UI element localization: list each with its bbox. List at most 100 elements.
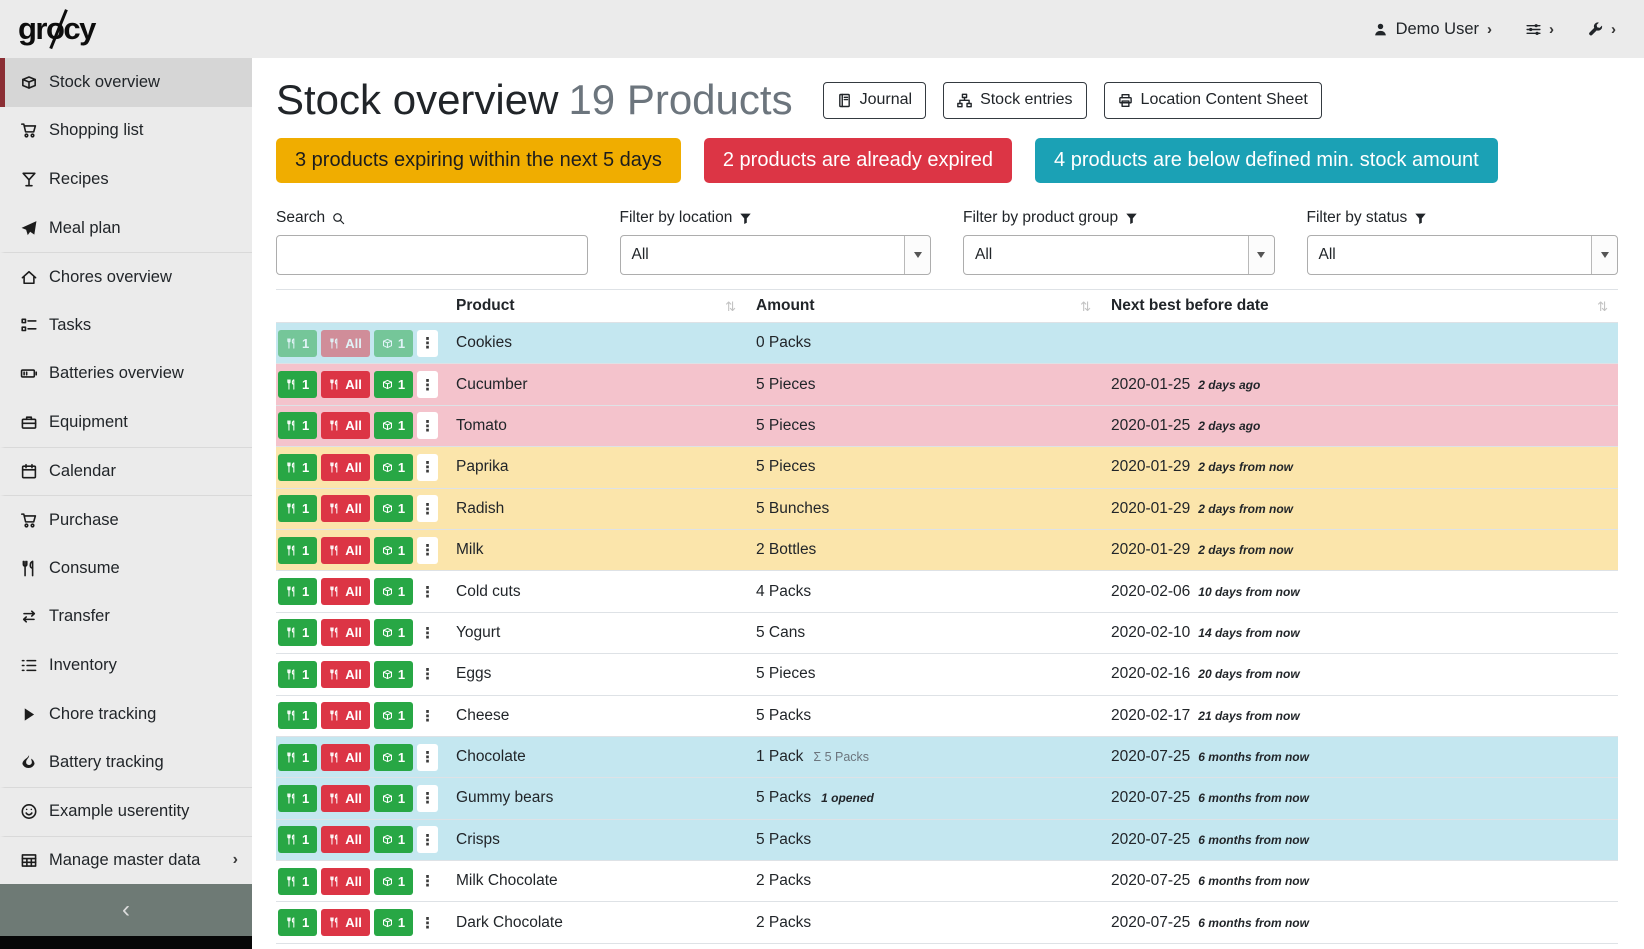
row-menu-button[interactable]: ⋮ [417, 454, 438, 481]
consume-one-button[interactable]: 1 [278, 661, 317, 688]
row-menu-button[interactable]: ⋮ [417, 661, 438, 688]
open-one-button[interactable]: 1 [374, 826, 413, 853]
open-one-button[interactable]: 1 [374, 785, 413, 812]
sidebar-item-equipment[interactable]: Equipment [0, 398, 252, 447]
open-one-button[interactable]: 1 [374, 619, 413, 646]
consume-all-button[interactable]: All [321, 744, 370, 771]
row-menu-button[interactable]: ⋮ [417, 371, 438, 398]
sidebar-item-meal-plan[interactable]: Meal plan [0, 204, 252, 253]
table-row[interactable]: 1All1⋮Radish5 Bunches2020-01-292 days fr… [276, 488, 1618, 529]
consume-one-button[interactable]: 1 [278, 412, 317, 439]
table-row[interactable]: 1All1⋮Paprika5 Pieces2020-01-292 days fr… [276, 447, 1618, 488]
table-row[interactable]: 1All1⋮ [276, 943, 1618, 949]
consume-one-button[interactable]: 1 [278, 578, 317, 605]
journal-button[interactable]: Journal [823, 82, 926, 119]
sidebar-item-purchase[interactable]: Purchase [0, 495, 252, 544]
search-input[interactable] [276, 235, 588, 275]
open-one-button[interactable]: 1 [374, 578, 413, 605]
consume-one-button[interactable]: 1 [278, 330, 317, 357]
consume-one-button[interactable]: 1 [278, 868, 317, 895]
consume-all-button[interactable]: All [321, 619, 370, 646]
row-menu-button[interactable]: ⋮ [417, 330, 438, 357]
consume-one-button[interactable]: 1 [278, 744, 317, 771]
consume-one-button[interactable]: 1 [278, 826, 317, 853]
consume-one-button[interactable]: 1 [278, 454, 317, 481]
consume-all-button[interactable]: All [321, 495, 370, 522]
consume-all-button[interactable]: All [321, 661, 370, 688]
consume-all-button[interactable]: All [321, 537, 370, 564]
column-header-next-best-before-date[interactable]: Next best before date⇅ [1101, 290, 1618, 323]
consume-one-button[interactable]: 1 [278, 702, 317, 729]
table-row[interactable]: 1All1⋮Crisps5 Packs2020-07-256 months fr… [276, 819, 1618, 860]
consume-one-button[interactable]: 1 [278, 619, 317, 646]
sidebar-item-calendar[interactable]: Calendar [0, 447, 252, 496]
table-row[interactable]: 1All1⋮Gummy bears5 Packs1 opened2020-07-… [276, 778, 1618, 819]
app-logo[interactable]: grocy [18, 11, 101, 47]
consume-all-button[interactable]: All [321, 868, 370, 895]
sidebar-collapse-button[interactable]: ‹ [0, 884, 252, 936]
row-menu-button[interactable]: ⋮ [417, 412, 438, 439]
open-one-button[interactable]: 1 [374, 412, 413, 439]
open-one-button[interactable]: 1 [374, 537, 413, 564]
consume-all-button[interactable]: All [321, 785, 370, 812]
admin-tools-menu[interactable]: › [1588, 22, 1616, 37]
open-one-button[interactable]: 1 [374, 744, 413, 771]
open-one-button[interactable]: 1 [374, 454, 413, 481]
open-one-button[interactable]: 1 [374, 868, 413, 895]
consume-one-button[interactable]: 1 [278, 495, 317, 522]
location-content-sheet-button[interactable]: Location Content Sheet [1104, 82, 1322, 119]
table-row[interactable]: 1All1⋮Milk2 Bottles2020-01-292 days from… [276, 529, 1618, 570]
sidebar-item-transfer[interactable]: Transfer [0, 593, 252, 642]
table-row[interactable]: 1All1⋮Yogurt5 Cans2020-02-1014 days from… [276, 612, 1618, 653]
sidebar-item-recipes[interactable]: Recipes [0, 155, 252, 204]
consume-all-button[interactable]: All [321, 371, 370, 398]
row-menu-button[interactable]: ⋮ [417, 868, 438, 895]
open-one-button[interactable]: 1 [374, 330, 413, 357]
filter-by-location-select[interactable]: All [620, 235, 932, 275]
consume-one-button[interactable]: 1 [278, 537, 317, 564]
consume-all-button[interactable]: All [321, 826, 370, 853]
sidebar-item-inventory[interactable]: Inventory [0, 641, 252, 690]
alert-expiring-button[interactable]: 3 products expiring within the next 5 da… [276, 138, 681, 183]
consume-one-button[interactable]: 1 [278, 371, 317, 398]
row-menu-button[interactable]: ⋮ [417, 578, 438, 605]
table-row[interactable]: 1All1⋮Cucumber5 Pieces2020-01-252 days a… [276, 364, 1618, 405]
table-row[interactable]: 1All1⋮Milk Chocolate2 Packs2020-07-256 m… [276, 861, 1618, 902]
row-menu-button[interactable]: ⋮ [417, 619, 438, 646]
consume-all-button[interactable]: All [321, 578, 370, 605]
sidebar-item-example-userentity[interactable]: Example userentity [0, 787, 252, 836]
stock-entries-button[interactable]: Stock entries [943, 82, 1086, 119]
settings-menu[interactable]: › [1526, 22, 1554, 37]
sidebar-item-batteries-overview[interactable]: Batteries overview [0, 350, 252, 399]
open-one-button[interactable]: 1 [374, 661, 413, 688]
filter-by-status-select[interactable]: All [1307, 235, 1619, 275]
consume-all-button[interactable]: All [321, 412, 370, 439]
consume-one-button[interactable]: 1 [278, 785, 317, 812]
table-row[interactable]: 1All1⋮Cookies0 Packs [276, 323, 1618, 364]
sidebar-item-chore-tracking[interactable]: Chore tracking [0, 690, 252, 739]
row-menu-button[interactable]: ⋮ [417, 909, 438, 936]
sidebar-item-stock-overview[interactable]: Stock overview [0, 58, 252, 107]
open-one-button[interactable]: 1 [374, 909, 413, 936]
alert-expired-button[interactable]: 2 products are already expired [704, 138, 1012, 183]
table-row[interactable]: 1All1⋮Dark Chocolate2 Packs2020-07-256 m… [276, 902, 1618, 943]
table-row[interactable]: 1All1⋮Eggs5 Pieces2020-02-1620 days from… [276, 654, 1618, 695]
sidebar-item-consume[interactable]: Consume [0, 544, 252, 593]
user-menu[interactable]: Demo User › [1373, 20, 1492, 39]
alert-below-min-stock-button[interactable]: 4 products are below defined min. stock … [1035, 138, 1498, 183]
sidebar-item-manage-master-data[interactable]: Manage master data› [0, 836, 252, 885]
filter-by-product-group-select[interactable]: All [963, 235, 1275, 275]
open-one-button[interactable]: 1 [374, 495, 413, 522]
consume-one-button[interactable]: 1 [278, 909, 317, 936]
consume-all-button[interactable]: All [321, 702, 370, 729]
table-row[interactable]: 1All1⋮Chocolate1 PackΣ 5 Packs2020-07-25… [276, 736, 1618, 777]
sidebar-item-battery-tracking[interactable]: Battery tracking [0, 738, 252, 787]
consume-all-button[interactable]: All [321, 330, 370, 357]
consume-all-button[interactable]: All [321, 454, 370, 481]
row-menu-button[interactable]: ⋮ [417, 702, 438, 729]
sidebar-item-chores-overview[interactable]: Chores overview [0, 252, 252, 301]
row-menu-button[interactable]: ⋮ [417, 826, 438, 853]
row-menu-button[interactable]: ⋮ [417, 744, 438, 771]
table-row[interactable]: 1All1⋮Cheese5 Packs2020-02-1721 days fro… [276, 695, 1618, 736]
sidebar-item-tasks[interactable]: Tasks [0, 301, 252, 350]
